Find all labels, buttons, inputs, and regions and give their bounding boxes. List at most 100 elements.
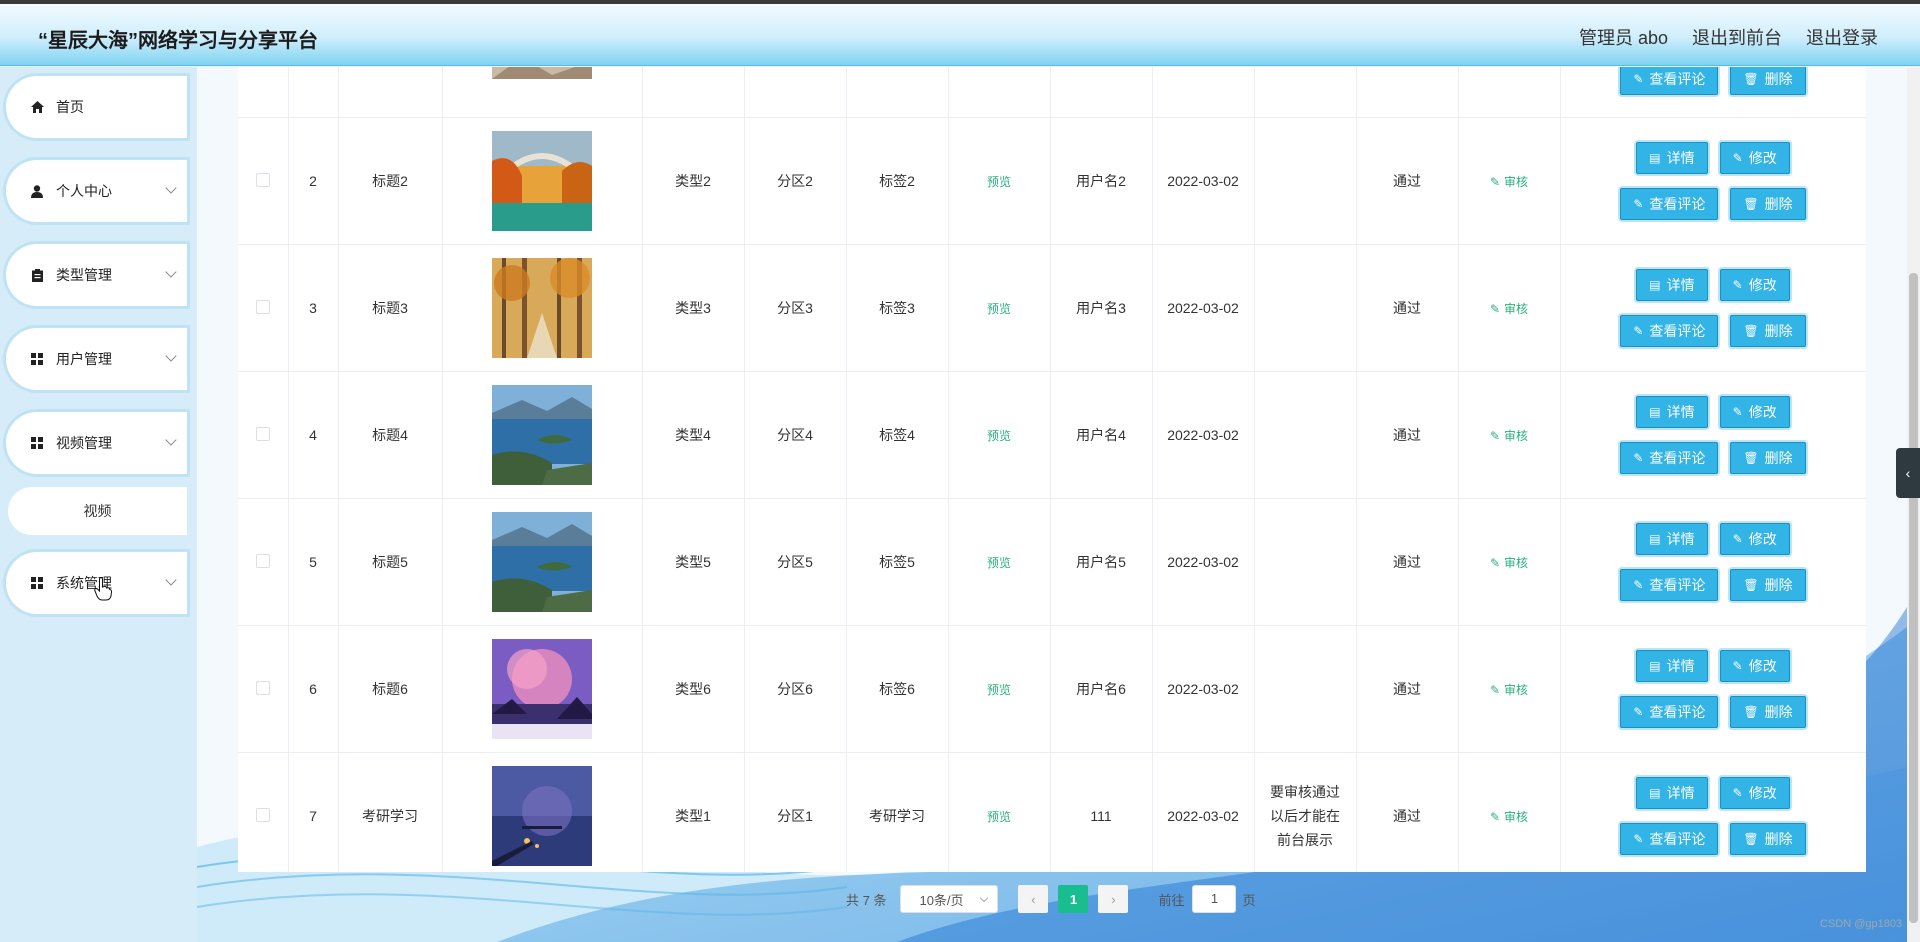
preview-link[interactable]: 预览 bbox=[987, 429, 1011, 443]
back-to-front-link[interactable]: 退出到前台 bbox=[1692, 24, 1782, 50]
row-zone: 分区3 bbox=[744, 244, 847, 372]
scrollbar-thumb[interactable] bbox=[1909, 273, 1918, 923]
row-thumbnail-cell bbox=[442, 371, 643, 499]
row-checkbox-cell bbox=[238, 498, 289, 626]
delete-button[interactable]: 🗑 删除 bbox=[1730, 569, 1806, 601]
preview-link[interactable]: 预览 bbox=[987, 175, 1011, 189]
row-date: 2022-03-02 bbox=[1152, 244, 1255, 372]
detail-button[interactable]: ▤ 详情 bbox=[1636, 142, 1708, 174]
detail-button[interactable]: ▤ 详情 bbox=[1636, 269, 1708, 301]
audit-link[interactable]: ✎ 审核 bbox=[1490, 556, 1528, 570]
audit-link[interactable]: ✎ 审核 bbox=[1490, 302, 1528, 316]
thumbnail-image[interactable] bbox=[492, 385, 592, 485]
home-icon bbox=[30, 100, 44, 114]
thumbnail-image[interactable] bbox=[492, 258, 592, 358]
row-thumbnail-cell bbox=[442, 244, 643, 372]
sidebar-item-video-management[interactable]: 视频管理 bbox=[6, 412, 187, 474]
goto-page-input[interactable]: 1 bbox=[1192, 885, 1237, 913]
delete-button[interactable]: 🗑 删除 bbox=[1730, 442, 1806, 474]
row-audit-cell: ✎ 审核 bbox=[1458, 752, 1561, 872]
detail-button[interactable]: ▤ 详情 bbox=[1636, 396, 1708, 428]
row-user: 用户名3 bbox=[1050, 244, 1153, 372]
pen-icon: ✎ bbox=[1489, 555, 1501, 570]
row-actions: ▤ 详情 ✎ 修改 ✎ 查看评论 🗑 删除 bbox=[1560, 371, 1866, 499]
view-comments-button[interactable]: ✎ 查看评论 bbox=[1620, 315, 1719, 347]
row-preview-cell: 预览 bbox=[948, 498, 1051, 626]
audit-link[interactable]: ✎ 审核 bbox=[1490, 429, 1528, 443]
edit-button[interactable]: ✎ 修改 bbox=[1719, 396, 1790, 428]
row-user: 用户名2 bbox=[1050, 117, 1153, 245]
prev-page-button[interactable]: ‹ bbox=[1018, 885, 1049, 913]
detail-button[interactable]: ▤ 详情 bbox=[1636, 777, 1708, 809]
thumbnail-image[interactable] bbox=[492, 639, 592, 739]
preview-link[interactable]: 预览 bbox=[987, 556, 1011, 570]
row-checkbox[interactable] bbox=[255, 807, 270, 822]
sidebar-item-home[interactable]: 首页 bbox=[6, 76, 187, 138]
audit-link[interactable]: ✎ 审核 bbox=[1490, 810, 1528, 824]
delete-button[interactable]: 🗑 删除 bbox=[1730, 188, 1806, 220]
preview-link[interactable]: 预览 bbox=[987, 683, 1011, 697]
row-audit-cell: ✎ 审核 bbox=[1458, 371, 1561, 499]
chevron-down-icon bbox=[980, 893, 989, 903]
sidebar-item-user-management[interactable]: 用户管理 bbox=[6, 328, 187, 390]
trash-icon: 🗑 bbox=[1743, 705, 1759, 719]
row-type: 类型3 bbox=[642, 244, 745, 372]
next-page-button[interactable]: › bbox=[1098, 885, 1129, 913]
edit-button[interactable]: ✎ 修改 bbox=[1719, 142, 1790, 174]
header-bar: “星辰大海”网络学习与分享平台 管理员 abo 退出到前台 退出登录 bbox=[0, 4, 1920, 66]
sidebar-item-type-management[interactable]: 类型管理 bbox=[6, 244, 187, 306]
detail-button[interactable]: ▤ 详情 bbox=[1636, 523, 1708, 555]
admin-label[interactable]: 管理员 abo bbox=[1579, 24, 1668, 50]
row-checkbox[interactable] bbox=[255, 680, 270, 695]
view-comments-button[interactable]: ✎ 查看评论 bbox=[1620, 188, 1719, 220]
collapse-panel-button[interactable]: ‹ bbox=[1896, 448, 1920, 498]
edit-button[interactable]: ✎ 修改 bbox=[1719, 523, 1790, 555]
view-comments-button[interactable]: ✎ 查看评论 bbox=[1620, 442, 1719, 474]
edit-button[interactable]: ✎ 修改 bbox=[1719, 650, 1790, 682]
delete-button[interactable]: 🗑 删除 bbox=[1730, 696, 1806, 728]
row-audit-cell: ✎ 审核 bbox=[1458, 625, 1561, 753]
sidebar-subitem-video[interactable]: 视频 bbox=[8, 487, 187, 535]
view-comments-button[interactable]: ✎ 查看评论 bbox=[1620, 569, 1719, 601]
preview-link[interactable]: 预览 bbox=[987, 810, 1011, 824]
table-row: 7 考研学习 类型1 分区1 考研学习 预览 111 2022-03-02 要审… bbox=[238, 752, 1866, 872]
row-checkbox[interactable] bbox=[255, 299, 270, 314]
audit-link[interactable]: ✎ 审核 bbox=[1490, 683, 1528, 697]
row-index: 5 bbox=[288, 498, 339, 626]
edit-button[interactable]: ✎ 修改 bbox=[1719, 777, 1790, 809]
chevron-down-icon bbox=[165, 182, 177, 194]
edit-button[interactable]: ✎ 修改 bbox=[1719, 269, 1790, 301]
row-checkbox[interactable] bbox=[255, 553, 270, 568]
pen-icon: ✎ bbox=[1732, 532, 1743, 546]
sidebar-item-personal[interactable]: 个人中心 bbox=[6, 160, 187, 222]
row-note bbox=[1254, 244, 1357, 372]
delete-button[interactable]: 🗑 删除 bbox=[1730, 823, 1806, 855]
row-title: 标题3 bbox=[338, 244, 443, 372]
row-checkbox[interactable] bbox=[255, 172, 270, 187]
thumbnail-image[interactable] bbox=[492, 512, 592, 612]
sidebar-item-label: 用户管理 bbox=[56, 351, 112, 367]
row-user: 用户名4 bbox=[1050, 371, 1153, 499]
view-comments-button[interactable]: ✎ 查看评论 bbox=[1620, 823, 1719, 855]
page-size-select[interactable]: 10条/页 bbox=[900, 885, 999, 913]
pen-icon: ✎ bbox=[1633, 451, 1644, 465]
logout-link[interactable]: 退出登录 bbox=[1806, 24, 1878, 50]
trash-icon: 🗑 bbox=[1743, 451, 1759, 465]
view-comments-button[interactable]: ✎ 查看评论 bbox=[1620, 696, 1719, 728]
delete-button[interactable]: 🗑 删除 bbox=[1730, 67, 1806, 95]
header-actions: 管理员 abo 退出到前台 退出登录 bbox=[1579, 24, 1878, 50]
thumbnail-image[interactable] bbox=[492, 766, 592, 866]
row-status: 通过 bbox=[1356, 371, 1459, 499]
preview-link[interactable]: 预览 bbox=[987, 302, 1011, 316]
document-icon: ▤ bbox=[1649, 278, 1661, 292]
delete-button[interactable]: 🗑 删除 bbox=[1730, 315, 1806, 347]
chevron-down-icon bbox=[165, 434, 177, 446]
view-comments-button[interactable]: ✎ 查看评论 bbox=[1620, 67, 1719, 95]
thumbnail-image[interactable] bbox=[492, 131, 592, 231]
page-number-current[interactable]: 1 bbox=[1058, 885, 1089, 913]
audit-link[interactable]: ✎ 审核 bbox=[1490, 175, 1528, 189]
detail-button[interactable]: ▤ 详情 bbox=[1636, 650, 1708, 682]
row-type: 类型2 bbox=[642, 117, 745, 245]
row-checkbox[interactable] bbox=[255, 426, 270, 441]
row-zone: 分区2 bbox=[744, 117, 847, 245]
